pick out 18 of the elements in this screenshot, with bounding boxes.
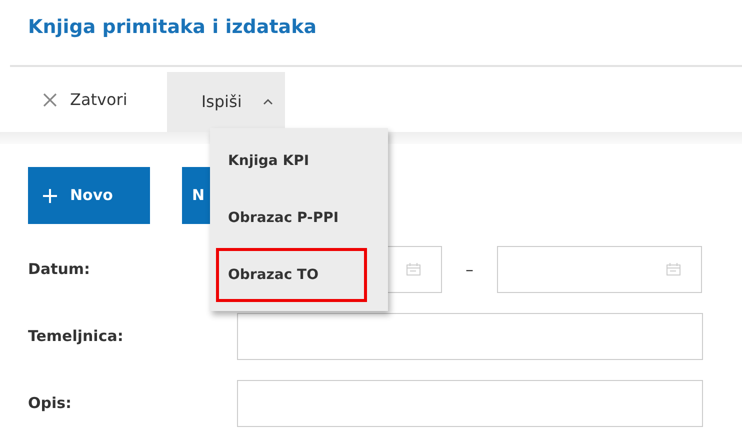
new-button[interactable]: Novo bbox=[28, 167, 150, 224]
calendar-icon bbox=[666, 263, 681, 276]
page-title: Knjiga primitaka i izdataka bbox=[27, 15, 318, 40]
menu-item[interactable]: Knjiga KPI bbox=[216, 134, 367, 188]
close-button[interactable]: Zatvori bbox=[42, 67, 128, 132]
field-label: Opis: bbox=[28, 393, 73, 414]
date-field[interactable] bbox=[497, 246, 702, 293]
close-icon bbox=[42, 92, 58, 108]
plus-icon bbox=[42, 188, 58, 204]
range-dash: – bbox=[464, 258, 474, 280]
print-button[interactable]: Ispiši bbox=[167, 72, 286, 132]
menu-item[interactable]: Obrazac TO bbox=[216, 248, 367, 302]
field-label: Temeljnica: bbox=[28, 326, 124, 348]
input-field[interactable] bbox=[237, 380, 703, 427]
calendar-icon bbox=[406, 263, 421, 276]
input-field[interactable] bbox=[237, 313, 703, 360]
chevron-up-icon bbox=[263, 99, 274, 105]
menu-item[interactable]: Obrazac P-PPI bbox=[216, 191, 367, 245]
